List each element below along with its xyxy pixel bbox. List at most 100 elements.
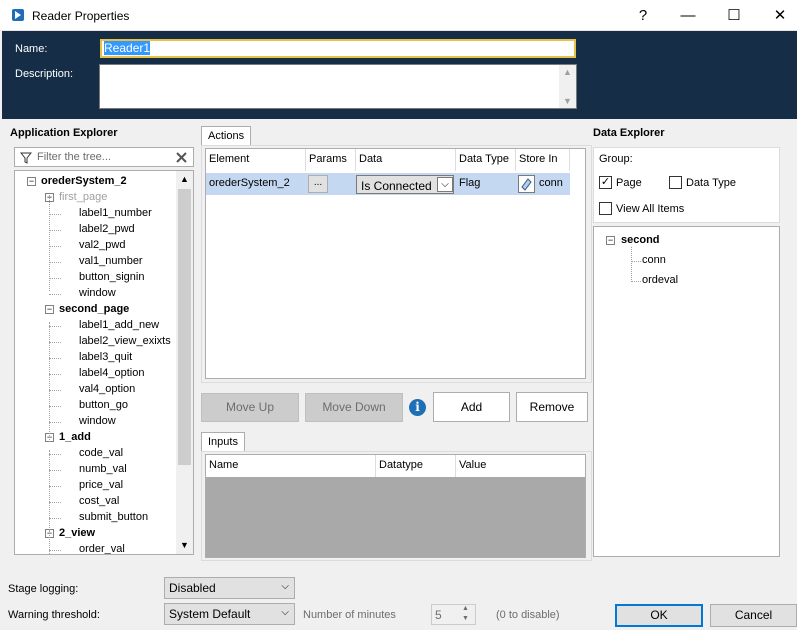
- minimize-button[interactable]: —: [665, 0, 711, 31]
- tree-node[interactable]: val2_pwd: [79, 239, 125, 251]
- name-input[interactable]: Reader1: [100, 39, 576, 58]
- scroll-down-icon[interactable]: ▼: [563, 96, 572, 106]
- inputs-grid[interactable]: Name Datatype Value: [205, 454, 586, 558]
- params-button[interactable]: ...: [308, 175, 328, 193]
- scroll-up-icon[interactable]: ▲: [180, 174, 189, 184]
- tree-node[interactable]: label1_add_new: [79, 319, 159, 331]
- add-button[interactable]: Add: [433, 392, 510, 422]
- tree-node[interactable]: label3_quit: [79, 351, 132, 363]
- action-row[interactable]: orederSystem_2 ... Is Connected ⌵ Flag c…: [206, 173, 570, 195]
- page-checkbox[interactable]: ✓: [599, 176, 612, 189]
- col-data[interactable]: Data: [356, 149, 456, 171]
- maximize-button[interactable]: ☐: [711, 0, 757, 31]
- tree-connector: [49, 195, 50, 291]
- tree-node[interactable]: submit_button: [79, 511, 148, 523]
- data-explorer-title: Data Explorer: [593, 127, 665, 139]
- description-input[interactable]: ▲ ▼: [99, 64, 577, 109]
- warning-threshold-value: System Default: [169, 607, 251, 621]
- tree-connector: [49, 262, 61, 263]
- data-type-checkbox-label[interactable]: Data Type: [686, 177, 736, 189]
- tree-node[interactable]: second_page: [59, 303, 129, 315]
- stepper-down-icon[interactable]: ▼: [462, 615, 469, 622]
- data-tree-node[interactable]: conn: [642, 254, 666, 266]
- tree-connector: [49, 294, 61, 295]
- tree-node[interactable]: button_signin: [79, 271, 144, 283]
- window-title: Reader Properties: [32, 9, 130, 23]
- tree-node[interactable]: 1_add: [59, 431, 91, 443]
- col-store-in[interactable]: Store In: [516, 149, 570, 171]
- scroll-up-icon[interactable]: ▲: [563, 67, 572, 77]
- tree-node[interactable]: first_page: [59, 191, 107, 203]
- tree-node[interactable]: val4_option: [79, 383, 135, 395]
- view-all-checkbox-label[interactable]: View All Items: [616, 203, 684, 215]
- tree-node[interactable]: price_val: [79, 479, 123, 491]
- tree-scrollbar[interactable]: ▲ ▼: [176, 171, 193, 554]
- tree-node[interactable]: label2_pwd: [79, 223, 135, 235]
- data-tree-node[interactable]: ordeval: [642, 274, 678, 286]
- data-tree-node[interactable]: second: [621, 234, 660, 246]
- tree-expander-icon[interactable]: −: [27, 177, 36, 186]
- ok-button[interactable]: OK: [615, 604, 703, 627]
- tree-node[interactable]: val1_number: [79, 255, 143, 267]
- data-select[interactable]: Is Connected ⌵: [356, 175, 454, 194]
- close-button[interactable]: ✕: [757, 0, 797, 31]
- col-data-type[interactable]: Data Type: [456, 149, 516, 171]
- col-params[interactable]: Params: [306, 149, 356, 171]
- col-datatype[interactable]: Datatype: [376, 455, 456, 477]
- action-store-in: conn: [539, 177, 563, 189]
- minutes-value: 5: [435, 608, 442, 622]
- col-element[interactable]: Element: [206, 149, 306, 171]
- filter-icon: [20, 152, 32, 164]
- tree-expander-icon[interactable]: −: [45, 305, 54, 314]
- minutes-stepper[interactable]: 5 ▲ ▼: [431, 604, 476, 625]
- col-name[interactable]: Name: [206, 455, 376, 477]
- col-value[interactable]: Value: [456, 455, 585, 477]
- data-tree[interactable]: − second conn ordeval: [593, 226, 780, 557]
- actions-grid[interactable]: Element Params Data Data Type Store In o…: [205, 148, 586, 379]
- tree-expander-icon[interactable]: −: [606, 236, 615, 245]
- tab-actions[interactable]: Actions: [201, 126, 252, 146]
- cancel-button[interactable]: Cancel: [710, 604, 797, 627]
- tree-node[interactable]: label4_option: [79, 367, 144, 379]
- view-all-checkbox[interactable]: [599, 202, 612, 215]
- tree-node[interactable]: window: [79, 415, 116, 427]
- group-label: Group:: [599, 153, 633, 165]
- tree-connector: [49, 518, 61, 519]
- description-label: Description:: [15, 68, 74, 80]
- tree-connector: [49, 246, 61, 247]
- tree-node[interactable]: button_go: [79, 399, 128, 411]
- move-down-button[interactable]: Move Down: [305, 393, 403, 422]
- tree-scroll-thumb[interactable]: [178, 189, 191, 465]
- move-up-button[interactable]: Move Up: [201, 393, 299, 422]
- stepper-up-icon[interactable]: ▲: [462, 605, 469, 612]
- help-button[interactable]: ?: [620, 0, 666, 31]
- tree-node[interactable]: cost_val: [79, 495, 119, 507]
- tree-filter-input[interactable]: Filter the tree...: [14, 147, 194, 167]
- page-checkbox-label[interactable]: Page: [616, 177, 642, 189]
- chevron-down-icon: ⌵: [281, 607, 289, 618]
- application-tree[interactable]: − orederSystem_2− first_page label1_number l…: [14, 170, 194, 555]
- title-bar: Reader Properties ? — ☐ ✕: [0, 0, 797, 31]
- tree-connector: [49, 374, 61, 375]
- tree-node[interactable]: order_val: [79, 543, 125, 554]
- store-in-icon[interactable]: [518, 175, 535, 193]
- scroll-down-icon[interactable]: ▼: [180, 540, 189, 550]
- info-icon[interactable]: i: [409, 399, 426, 416]
- minutes-label: Number of minutes: [303, 609, 396, 621]
- tree-node[interactable]: label1_number: [79, 207, 152, 219]
- data-select-value: Is Connected: [361, 179, 432, 193]
- tree-node[interactable]: label2_view_exixts: [79, 335, 171, 347]
- tree-node[interactable]: 2_view: [59, 527, 95, 539]
- stage-logging-select[interactable]: Disabled ⌵: [164, 577, 295, 599]
- tab-inputs[interactable]: Inputs: [201, 432, 245, 452]
- description-scrollbar[interactable]: ▲ ▼: [559, 65, 576, 108]
- tree-node[interactable]: code_val: [79, 447, 123, 459]
- data-type-checkbox[interactable]: [669, 176, 682, 189]
- tree-node[interactable]: orederSystem_2: [41, 175, 127, 187]
- remove-button[interactable]: Remove: [516, 392, 588, 422]
- tree-node[interactable]: numb_val: [79, 463, 127, 475]
- chevron-down-icon[interactable]: ⌵: [437, 177, 453, 192]
- clear-filter-icon[interactable]: [175, 151, 188, 164]
- tree-node[interactable]: window: [79, 287, 116, 299]
- warning-threshold-select[interactable]: System Default ⌵: [164, 603, 295, 625]
